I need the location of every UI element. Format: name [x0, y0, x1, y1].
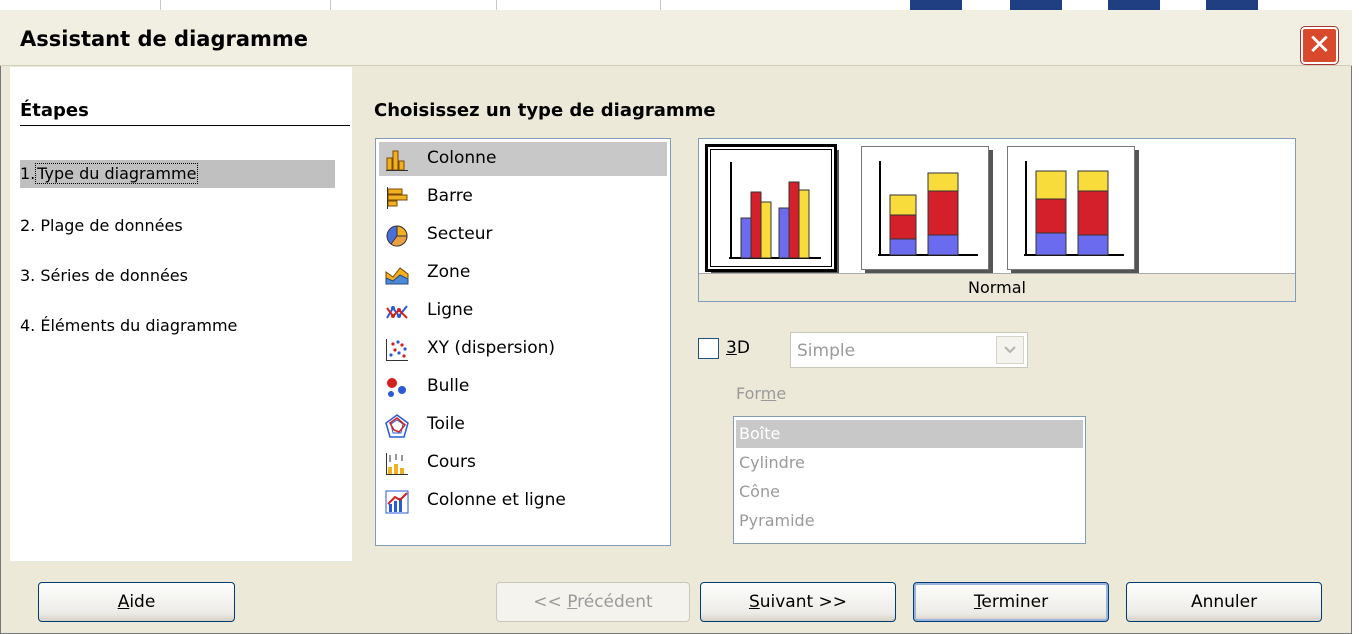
spreadsheet-cell-block [1108, 0, 1160, 10]
percent-stacked-column-variant[interactable] [1007, 146, 1135, 270]
chart-type-label: Bulle [427, 376, 470, 396]
shape-option[interactable]: Cylindre [736, 449, 1083, 477]
step-number: 1. [20, 164, 36, 183]
step-item-data-series[interactable]: 3. Séries de données [20, 262, 188, 290]
3d-label-accesskey: 3 [726, 338, 737, 358]
step-label: Séries de données [40, 266, 188, 285]
shape-option[interactable]: Cône [736, 478, 1083, 506]
chart-type-label: Colonne et ligne [427, 490, 566, 510]
spreadsheet-cell-block [910, 0, 962, 10]
chart-type-label: Barre [427, 186, 473, 206]
close-button[interactable]: ✕ [1300, 26, 1339, 65]
chart-type-item[interactable]: Barre [379, 180, 667, 214]
spreadsheet-cell-block [1010, 0, 1062, 10]
chart-type-item[interactable]: Toile [379, 408, 667, 442]
cancel-label: Annuler [1190, 592, 1258, 612]
chart-type-label: Secteur [427, 224, 493, 244]
chart-type-label: Colonne [427, 148, 497, 168]
step-number: 3. [20, 266, 36, 285]
step-label: Plage de données [40, 216, 183, 235]
normal-column-preview [729, 162, 821, 259]
chart-type-item[interactable]: Zone [379, 256, 667, 290]
close-icon: ✕ [1307, 28, 1332, 61]
chart-type-item[interactable]: Colonne et ligne [379, 484, 667, 518]
help-label: ide [129, 592, 156, 612]
step-number: 4. [20, 316, 36, 335]
column-chart-icon [386, 150, 408, 171]
previous-button[interactable]: << Précédent [496, 582, 690, 622]
chevron-down-icon [996, 336, 1024, 364]
chart-type-label: Zone [427, 262, 471, 282]
step-item-chart-type[interactable]: 1. Type du diagramme [20, 160, 335, 188]
chart-type-item[interactable]: Cours [379, 446, 667, 480]
previous-accesskey: P [567, 592, 578, 612]
chart-type-label: Toile [427, 414, 465, 434]
steps-heading: Étapes [20, 100, 350, 126]
title-bar: Assistant de diagramme ✕ [0, 10, 1352, 66]
step-label: Éléments du diagramme [40, 316, 238, 335]
area-chart-icon [385, 267, 409, 285]
shape-list[interactable]: Boîte Cylindre Cône Pyramide [733, 416, 1086, 544]
chart-type-heading: Choisissez un type de diagramme [374, 100, 716, 121]
stacked-column-variant[interactable] [861, 146, 989, 270]
cancel-button[interactable]: Annuler [1126, 582, 1322, 622]
bar-chart-icon [387, 187, 408, 209]
step-item-data-range[interactable]: 2. Plage de données [20, 212, 183, 240]
scatter-chart-icon [386, 339, 408, 361]
shape-label-prefix: For [736, 384, 761, 403]
step-item-chart-elements[interactable]: 4. Éléments du diagramme [20, 312, 237, 340]
3d-checkbox-label: 3D [726, 338, 750, 358]
shape-option[interactable]: Pyramide [736, 507, 1083, 535]
stock-chart-icon [386, 453, 408, 475]
chart-type-label: Ligne [427, 300, 474, 320]
radar-chart-icon [385, 414, 409, 438]
3d-style-select[interactable]: Simple [790, 332, 1028, 368]
3d-style-value: Simple [797, 341, 856, 361]
previous-prefix: << [533, 592, 568, 612]
line-chart-icon [386, 305, 408, 319]
chart-type-item[interactable]: Bulle [379, 370, 667, 404]
shape-label: Forme [736, 384, 786, 403]
chart-variant-panel: Normal [698, 138, 1296, 302]
help-button[interactable]: Aide [38, 582, 235, 622]
stacked-column-preview [878, 161, 978, 256]
previous-label: récédent [577, 592, 653, 612]
chart-type-label: Cours [427, 452, 476, 472]
finish-button[interactable]: Terminer [913, 582, 1109, 622]
variant-caption-bar: Normal [699, 273, 1295, 301]
step-number: 2. [20, 216, 36, 235]
chart-type-item[interactable]: Colonne [379, 142, 667, 176]
dialog-title: Assistant de diagramme [20, 27, 309, 51]
spreadsheet-cell-block [1206, 0, 1258, 10]
chart-type-item[interactable]: Ligne [379, 294, 667, 328]
help-accesskey: A [117, 592, 130, 612]
bubble-chart-icon [387, 378, 406, 397]
chart-type-list[interactable]: Colonne Barre Secteur Zone Ligne XY (dis… [375, 138, 671, 546]
chart-type-item[interactable]: Secteur [379, 218, 667, 252]
finish-label: erminer [981, 592, 1049, 612]
percent-stacked-column-preview [1024, 161, 1124, 256]
column-line-chart-icon [385, 490, 409, 514]
step-label: Type du diagramme [35, 163, 199, 184]
shape-label-accesskey: m [760, 384, 777, 403]
variant-caption: Normal [968, 278, 1026, 297]
pie-chart-icon [386, 225, 408, 247]
chart-type-label: XY (dispersion) [427, 338, 556, 358]
3d-label-suffix: D [736, 338, 750, 358]
normal-column-variant[interactable] [705, 144, 837, 272]
next-button[interactable]: Suivant >> [700, 582, 896, 622]
shape-option[interactable]: Boîte [736, 420, 1083, 448]
3d-checkbox[interactable] [698, 338, 719, 359]
shape-label-suffix: e [776, 384, 787, 403]
next-label: uivant >> [759, 592, 848, 612]
chart-type-item[interactable]: XY (dispersion) [379, 332, 667, 366]
next-accesskey: S [748, 592, 760, 612]
